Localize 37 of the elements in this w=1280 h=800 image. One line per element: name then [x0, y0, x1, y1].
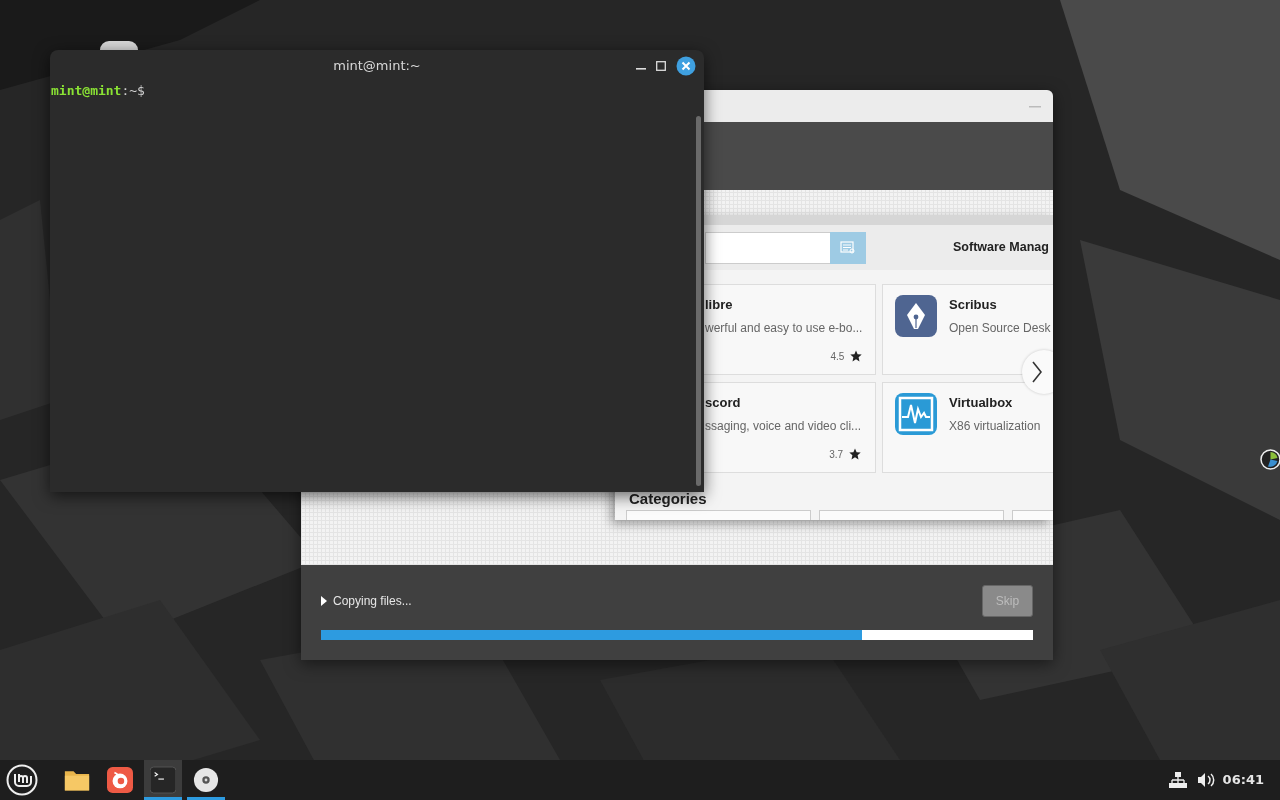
- section-heading: Categories: [628, 489, 708, 508]
- terminal-icon: [150, 765, 176, 794]
- rating-value: 4.5: [830, 349, 845, 364]
- mint-logo-icon[interactable]: [6, 763, 38, 796]
- app-card[interactable]: Scribus Open Source Desk: [882, 284, 1053, 375]
- app-description: Open Source Desk: [949, 319, 1051, 337]
- app-description: ssaging, voice and video cli...: [705, 417, 862, 435]
- star-icon: [849, 448, 862, 460]
- status-icon[interactable]: [1260, 449, 1280, 470]
- disc-icon: [193, 765, 219, 794]
- search-field[interactable]: [705, 231, 830, 264]
- close-icon[interactable]: [676, 56, 696, 76]
- scrollbar[interactable]: [696, 116, 701, 486]
- app-name: scord: [705, 394, 742, 412]
- desktop-icon[interactable]: [100, 41, 138, 50]
- pen-nib-icon: [895, 295, 937, 337]
- window-title: mint@mint:~: [333, 57, 421, 76]
- maximize-icon[interactable]: [656, 61, 666, 71]
- app-title: Software Manag: [953, 239, 1049, 257]
- rating-value: 3.7: [829, 447, 844, 462]
- status-text: Copying files...: [333, 593, 412, 610]
- command-prompt: mint@mint:~$: [50, 82, 146, 100]
- app-name: libre: [705, 296, 734, 314]
- app-card[interactable]: libre werful and easy to use e-bo... 4.5: [704, 284, 876, 375]
- star-icon: [850, 350, 863, 362]
- app-description: X86 virtualization: [949, 417, 1041, 435]
- chevron-right-icon: [1032, 361, 1042, 383]
- app-card[interactable]: scord ssaging, voice and video cli... 3.7: [704, 382, 876, 473]
- waveform-icon: [895, 393, 937, 435]
- clock[interactable]: 06:41: [1222, 770, 1264, 790]
- volume-icon[interactable]: [1196, 772, 1215, 788]
- network-icon[interactable]: [1168, 772, 1187, 788]
- app-name: Scribus: [949, 296, 998, 314]
- app-name: Virtualbox: [949, 394, 1014, 412]
- search-icon: [840, 240, 856, 255]
- app-description: werful and easy to use e-bo...: [705, 319, 863, 337]
- app-card[interactable]: Virtualbox X86 virtualization: [882, 382, 1053, 473]
